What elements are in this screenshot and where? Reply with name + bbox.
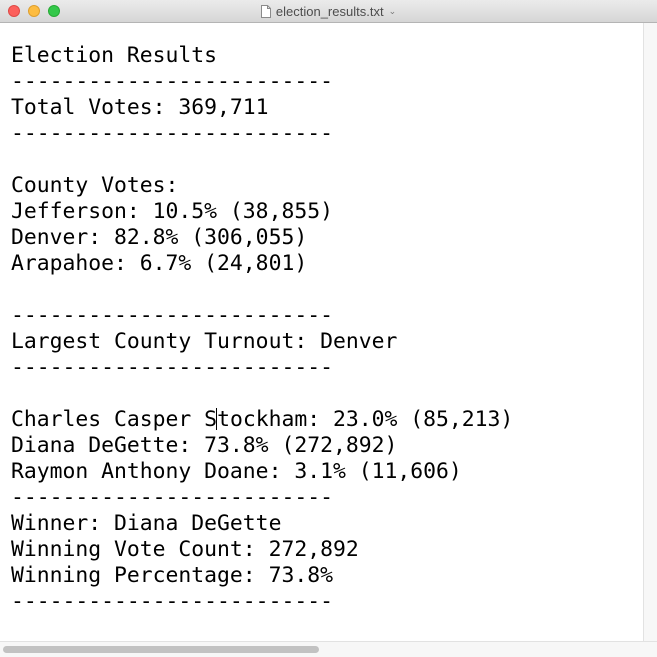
text-line: Jefferson: 10.5% (38,855)	[11, 199, 333, 224]
text-line: Raymon Anthony Doane: 3.1% (11,606)	[11, 459, 462, 484]
document-icon	[260, 4, 271, 18]
text-line: County Votes:	[11, 173, 179, 198]
separator-line: -------------------------	[11, 589, 333, 614]
chevron-down-icon[interactable]: ⌄	[389, 6, 397, 17]
separator-line: -------------------------	[11, 303, 333, 328]
text-line: Largest County Turnout: Denver	[11, 329, 398, 354]
text-before-cursor: Charles Casper S	[11, 407, 218, 432]
separator-line: -------------------------	[11, 69, 333, 94]
separator-line: -------------------------	[11, 485, 333, 510]
text-line: Diana DeGette: 73.8% (272,892)	[11, 433, 398, 458]
vertical-scrollbar[interactable]	[643, 23, 657, 642]
text-content-area[interactable]: Election Results ------------------------…	[0, 23, 644, 642]
text-line: Winning Vote Count: 272,892	[11, 537, 359, 562]
text-line: Total Votes: 369,711	[11, 95, 269, 120]
text-line: Denver: 82.8% (306,055)	[11, 225, 308, 250]
text-line: Winning Percentage: 73.8%	[11, 563, 333, 588]
text-line: Arapahoe: 6.7% (24,801)	[11, 251, 308, 276]
separator-line: -------------------------	[11, 355, 333, 380]
horizontal-scrollbar[interactable]	[0, 641, 657, 657]
text-after-cursor: tockham: 23.0% (85,213)	[217, 407, 514, 432]
title-bar[interactable]: election_results.txt ⌄	[0, 0, 657, 23]
separator-line: -------------------------	[11, 121, 333, 146]
horizontal-scrollbar-thumb[interactable]	[3, 646, 319, 653]
text-editor-window: election_results.txt ⌄ Election Results -…	[0, 0, 657, 657]
window-title: election_results.txt	[275, 3, 384, 19]
text-line: Election Results	[11, 43, 218, 68]
text-line: Charles Casper Stockham: 23.0% (85,213)	[11, 407, 513, 433]
text-line: Winner: Diana DeGette	[11, 511, 282, 536]
document-text[interactable]: Election Results ------------------------…	[11, 43, 513, 615]
window-title-area[interactable]: election_results.txt ⌄	[0, 0, 657, 22]
